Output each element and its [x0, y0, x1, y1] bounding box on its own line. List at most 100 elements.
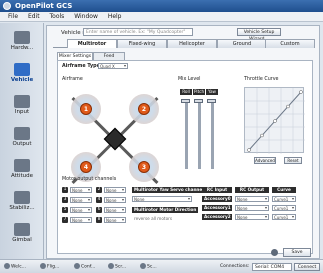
airframe-section-label: Airframe — [62, 77, 83, 82]
yaw-servo-select[interactable]: None — [132, 196, 192, 202]
channel-select[interactable]: None — [70, 207, 92, 213]
throttle-curve-advanced-button[interactable]: Advanced — [254, 157, 276, 164]
menu-edit[interactable]: Edit — [28, 13, 40, 20]
workspace-tab-label: Scr... — [115, 264, 127, 270]
slider-handle[interactable] — [194, 99, 203, 103]
sidebar-item-attitude[interactable]: Attitude — [4, 159, 40, 179]
sidebar-item-output[interactable]: Output — [4, 127, 40, 147]
vehicle-setup-wizard-button[interactable]: Vehicle Setup Wizard... — [237, 28, 281, 42]
yaw-mix-slider[interactable] — [207, 99, 216, 169]
help-icon[interactable] — [271, 249, 278, 256]
motor-direction-label: Multirotor Motor Direction — [132, 207, 199, 213]
sidebar-item-hardware[interactable]: Hardw... — [4, 31, 40, 51]
status-bar: Welc... Flig... Conf... Scr... Sc... Con… — [0, 259, 323, 273]
tab-custom[interactable]: Custom — [265, 39, 315, 48]
system-icon — [140, 263, 146, 269]
airframe-type-select[interactable]: Quad X — [98, 63, 128, 69]
menu-bar: File Edit Tools Window Help — [0, 12, 323, 22]
tab-feed-forward[interactable]: Feed Forward — [93, 52, 125, 66]
menu-help[interactable]: Help — [108, 13, 122, 20]
roll-mix-slider[interactable] — [181, 99, 190, 169]
rc-output-select[interactable]: None — [235, 205, 269, 211]
motor-3-badge: 3 — [138, 161, 150, 173]
sidebar-item-vehicle[interactable]: Vehicle — [4, 63, 40, 83]
motor-1-badge: 1 — [80, 103, 92, 115]
channel-number-badge: 6 — [96, 207, 102, 213]
output-icon — [14, 127, 30, 140]
mix-header-yaw: Yaw — [206, 89, 218, 95]
pitch-mix-slider[interactable] — [194, 99, 203, 169]
rc-output-select[interactable]: None — [235, 214, 269, 220]
sidebar: Hardw... Vehicle Input Output Attitude S… — [0, 23, 44, 259]
slider-handle[interactable] — [181, 99, 190, 103]
tab-multirotor[interactable]: Multirotor — [67, 39, 117, 48]
workspace-tab-label: Sc... — [147, 264, 157, 270]
throttle-curve-reset-button[interactable]: Reset — [284, 157, 302, 164]
rc-output-header: RC Output — [235, 187, 269, 193]
sidebar-item-gimbal[interactable]: Gimbal — [4, 223, 40, 243]
channel-select[interactable]: None — [104, 217, 126, 223]
channel-number-badge: 2 — [96, 187, 102, 193]
slider-handle[interactable] — [207, 99, 216, 103]
throttle-curve-label: Throttle Curve — [244, 77, 279, 82]
curve-header: Curve — [272, 187, 296, 193]
vehicle-icon — [14, 63, 30, 76]
throttle-curve-graph[interactable] — [244, 87, 305, 154]
throttle-curve-plot — [245, 88, 305, 154]
rc-output-select[interactable]: None — [235, 196, 269, 202]
tab-helicopter[interactable]: Helicopter — [167, 39, 217, 48]
motor-2-badge: 2 — [138, 103, 150, 115]
vehicle-type-tabs: Multirotor Fixed-wing Helicopter Ground … — [53, 39, 315, 48]
tab-mixer-settings[interactable]: Mixer Settings — [57, 52, 93, 60]
channel-select[interactable]: None — [70, 187, 92, 193]
channel-select[interactable]: None — [104, 197, 126, 203]
channel-select[interactable]: None — [70, 197, 92, 203]
gimbal-icon — [14, 223, 30, 236]
curve-select[interactable]: Curve1 — [272, 205, 296, 211]
channel-number-badge: 5 — [62, 207, 68, 213]
vehicle-config-panel: Vehicle name Enter name of vehicle. Ex: … — [46, 25, 320, 259]
accessory-1-label: Accessory1 — [202, 205, 232, 211]
menu-window[interactable]: Window — [74, 13, 98, 20]
sidebar-item-label: Vehicle — [10, 77, 34, 83]
curve-select[interactable]: Curve1 — [272, 196, 296, 202]
motor-4-badge: 4 — [80, 161, 92, 173]
channel-select[interactable]: None — [104, 187, 126, 193]
sidebar-item-input[interactable]: Input — [4, 95, 40, 115]
hardware-icon — [14, 31, 30, 44]
connections-label: Connections: — [220, 264, 250, 269]
attitude-icon — [14, 159, 30, 172]
workspace-tab-label: Conf... — [81, 264, 96, 270]
workspace-tab-configuration[interactable]: Conf... — [74, 263, 95, 271]
connection-select[interactable]: Serial: COM4 — [252, 263, 292, 271]
accessory-2-label: Accessory2 — [202, 214, 232, 220]
vehicle-name-input[interactable]: Enter name of vehicle. Ex: "My Quadcopte… — [83, 28, 193, 36]
workspace-tab-scopes[interactable]: Scr... — [108, 263, 126, 271]
menu-tools[interactable]: Tools — [50, 13, 65, 20]
sidebar-item-stabilization[interactable]: Stabiliz... — [4, 191, 40, 211]
channel-select[interactable]: None — [70, 217, 92, 223]
channel-number-badge: 3 — [62, 197, 68, 203]
mix-level-label: Mix Level — [178, 77, 201, 82]
stabilization-icon — [14, 191, 30, 204]
openpilot-logo-icon — [3, 2, 11, 10]
workspace-tab-system[interactable]: Sc... — [140, 263, 157, 271]
input-icon — [14, 95, 30, 108]
workspace-tab-label: Flig... — [47, 264, 60, 270]
save-button[interactable]: Save — [283, 248, 311, 257]
tab-ground[interactable]: Ground — [217, 39, 267, 48]
mix-header-roll: Roll — [180, 89, 192, 95]
curve-select[interactable]: Curve1 — [272, 214, 296, 220]
window-titlebar: OpenPilot GCS — [0, 0, 323, 12]
motor-direction-checkbox[interactable]: reverse all motors — [134, 216, 172, 221]
scope-icon — [108, 263, 114, 269]
sidebar-item-label: Input — [14, 109, 30, 115]
channel-number-badge: 4 — [96, 197, 102, 203]
connect-button[interactable]: Connect — [294, 263, 320, 271]
menu-file[interactable]: File — [8, 13, 18, 20]
workspace-tab-flight[interactable]: Flig... — [40, 263, 59, 271]
tab-fixed-wing[interactable]: Fixed-wing — [117, 39, 167, 48]
accessory-0-label: Accessory0 — [202, 196, 232, 202]
workspace-tab-welcome[interactable]: Welc... — [4, 263, 26, 271]
channel-select[interactable]: None — [104, 207, 126, 213]
